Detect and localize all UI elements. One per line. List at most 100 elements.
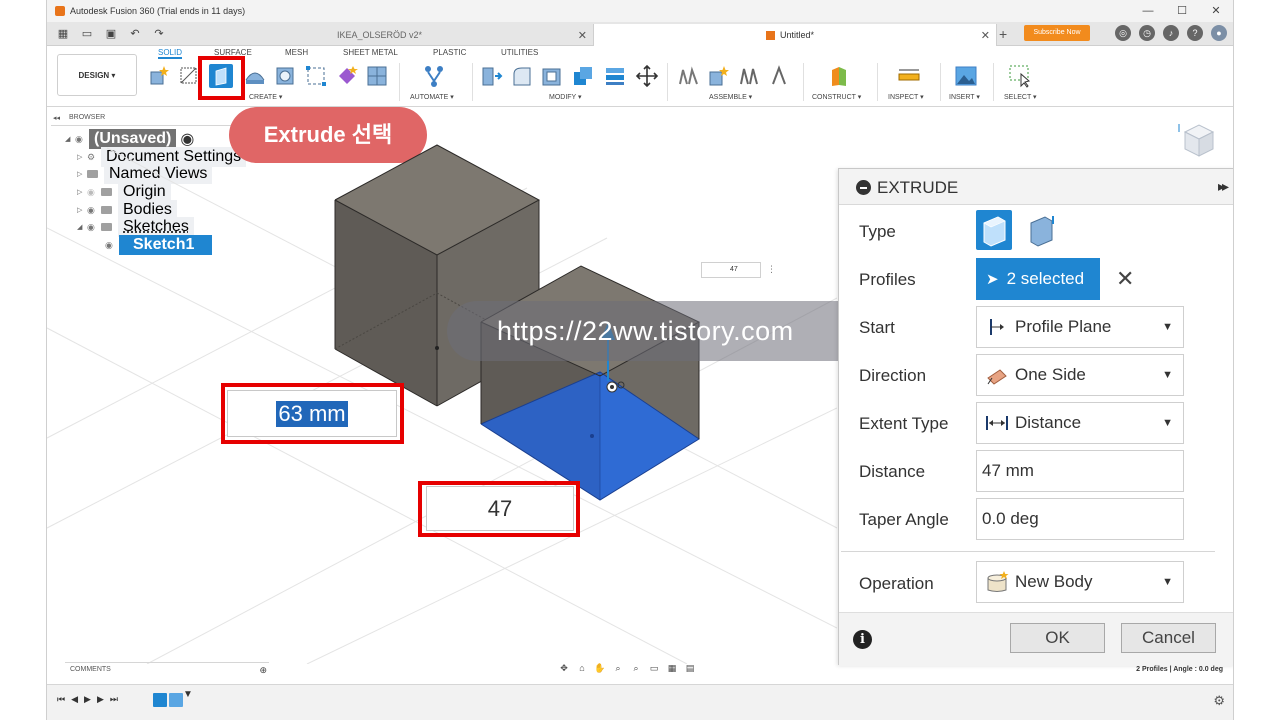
operation-dropdown[interactable]: New Body ▼ [976, 561, 1184, 603]
form-icon[interactable] [335, 64, 359, 88]
move-icon[interactable] [635, 64, 659, 88]
press-pull-icon[interactable] [479, 64, 503, 88]
tab-ikea-olserod[interactable]: IKEA_OLSERÖD v2* ✕ [329, 24, 593, 46]
distance-extent-icon [985, 411, 1009, 435]
notifications-icon[interactable]: ♪ [1163, 25, 1179, 41]
timeline-marker-icon[interactable]: ▼ [183, 689, 193, 700]
revolve-icon[interactable] [243, 64, 267, 88]
pan-icon[interactable]: ✋ [593, 663, 607, 675]
collapse-dialog-icon[interactable] [856, 180, 871, 195]
new-component-icon[interactable] [147, 64, 171, 88]
extensions-icon[interactable]: ◎ [1115, 25, 1131, 41]
new-tab-button[interactable]: + [999, 26, 1007, 42]
subscribe-button[interactable]: Subscribe Now [1024, 25, 1090, 41]
undo-icon[interactable]: ↶ [127, 26, 143, 42]
clear-selection-icon[interactable]: ✕ [1116, 266, 1134, 292]
automate-group-label[interactable]: AUTOMATE ▾ [410, 93, 454, 101]
tab-plastic[interactable]: PLASTIC [433, 48, 466, 57]
close-window-button[interactable]: ✕ [1199, 0, 1233, 22]
settings-gear-icon[interactable]: ⚙ [1213, 693, 1225, 709]
zoom-icon[interactable]: ⌕ [611, 663, 625, 675]
mini-input-menu-icon[interactable]: ⋮ [767, 264, 776, 275]
cancel-button[interactable]: Cancel [1121, 623, 1216, 653]
operation-label: Operation [859, 574, 934, 593]
extent-type-label: Extent Type [859, 414, 949, 433]
tab-solid[interactable]: SOLID [158, 48, 183, 59]
job-status-icon[interactable]: ◷ [1139, 25, 1155, 41]
tab-sheet-metal[interactable]: SHEET METAL [343, 48, 398, 57]
view-cube[interactable] [1175, 118, 1219, 162]
profiles-selection-button[interactable]: ➤ 2 selected [976, 258, 1100, 300]
minimize-button[interactable]: — [1131, 0, 1165, 22]
distance-mini-input[interactable]: 47 [701, 262, 761, 278]
user-avatar[interactable]: ● [1211, 25, 1227, 41]
go-to-start-icon[interactable]: ⏮ [57, 694, 65, 705]
as-built-joint-icon[interactable] [737, 64, 761, 88]
direction-dropdown[interactable]: One Side ▼ [976, 354, 1184, 396]
display-settings-icon[interactable]: ▭ [647, 663, 661, 675]
file-menu-icon[interactable]: ▭ [79, 26, 95, 42]
tab-untitled[interactable]: Untitled* ✕ [593, 24, 997, 46]
joint-icon[interactable] [677, 64, 701, 88]
grid-settings-icon[interactable]: ▦ [665, 663, 679, 675]
help-icon[interactable]: ? [1187, 25, 1203, 41]
step-forward-icon[interactable]: ▶ [97, 694, 104, 705]
create-group-label[interactable]: CREATE ▾ [249, 93, 282, 101]
workspace-switcher[interactable]: DESIGN ▾ [57, 54, 137, 96]
ok-button[interactable]: OK [1010, 623, 1105, 653]
viewports-icon[interactable]: ▤ [683, 663, 697, 675]
play-icon[interactable]: ▶ [84, 694, 91, 705]
step-back-icon[interactable]: ◀ [71, 694, 78, 705]
redo-icon[interactable]: ↷ [151, 26, 167, 42]
new-assembly-component-icon[interactable] [707, 64, 731, 88]
extrude-type-thin-icon[interactable] [1023, 210, 1059, 250]
timeline-extrude-feature[interactable] [169, 693, 183, 707]
construct-group-label[interactable]: CONSTRUCT ▾ [812, 93, 861, 101]
select-icon[interactable] [1008, 64, 1032, 88]
shell-icon[interactable] [540, 64, 564, 88]
offset-plane-icon[interactable] [827, 64, 851, 88]
close-tab-icon[interactable]: ✕ [578, 29, 587, 42]
app-grid-icon[interactable]: ▦ [55, 26, 71, 42]
extrude-type-solid-icon[interactable] [976, 210, 1012, 250]
info-icon[interactable]: i [853, 630, 872, 649]
modify-group-label[interactable]: MODIFY ▾ [549, 93, 582, 101]
combine-icon[interactable] [571, 64, 595, 88]
cursor-arrow-icon: ➤ [986, 271, 999, 288]
look-at-icon[interactable]: ⌂ [575, 663, 589, 675]
go-to-end-icon[interactable]: ⏭ [110, 694, 118, 705]
close-tab-icon[interactable]: ✕ [981, 29, 990, 42]
fusion-logo-icon [55, 6, 65, 16]
fit-icon[interactable]: ⌕ [629, 663, 643, 675]
extrude-dialog-header[interactable]: EXTRUDE ▸▸ [839, 169, 1233, 205]
pattern-icon[interactable] [304, 64, 328, 88]
extent-type-dropdown[interactable]: Distance ▼ [976, 402, 1184, 444]
orbit-icon[interactable]: ✥ [557, 663, 571, 675]
select-group-label[interactable]: SELECT ▾ [1004, 93, 1037, 101]
maximize-button[interactable]: ☐ [1165, 0, 1199, 22]
tab-utilities[interactable]: UTILITIES [501, 48, 538, 57]
derive-icon[interactable] [365, 64, 389, 88]
fillet-icon[interactable] [510, 64, 534, 88]
start-dropdown[interactable]: Profile Plane ▼ [976, 306, 1184, 348]
align-icon[interactable] [603, 64, 627, 88]
assemble-group-label[interactable]: ASSEMBLE ▾ [709, 93, 752, 101]
insert-image-icon[interactable] [954, 64, 978, 88]
measure-icon[interactable] [897, 64, 921, 88]
tab-mesh[interactable]: MESH [285, 48, 308, 57]
taper-angle-field[interactable]: 0.0 deg [976, 498, 1184, 540]
hole-icon[interactable] [273, 64, 297, 88]
automate-icon[interactable] [422, 64, 446, 88]
save-icon[interactable]: ▣ [103, 26, 119, 42]
expand-dialog-icon[interactable]: ▸▸ [1218, 178, 1229, 195]
comments-bar[interactable]: COMMENTS ⊕ [65, 662, 269, 677]
distance-field[interactable]: 47 mm [976, 450, 1184, 492]
insert-group-label[interactable]: INSERT ▾ [949, 93, 980, 101]
highlight-frame-47 [418, 481, 580, 537]
design-canvas[interactable] [47, 108, 837, 664]
add-comment-icon[interactable]: ⊕ [259, 665, 267, 676]
joint-origin-icon[interactable] [767, 64, 791, 88]
inspect-group-label[interactable]: INSPECT ▾ [888, 93, 924, 101]
timeline-sketch-feature[interactable] [153, 693, 167, 707]
ribbon-divider [803, 63, 804, 101]
